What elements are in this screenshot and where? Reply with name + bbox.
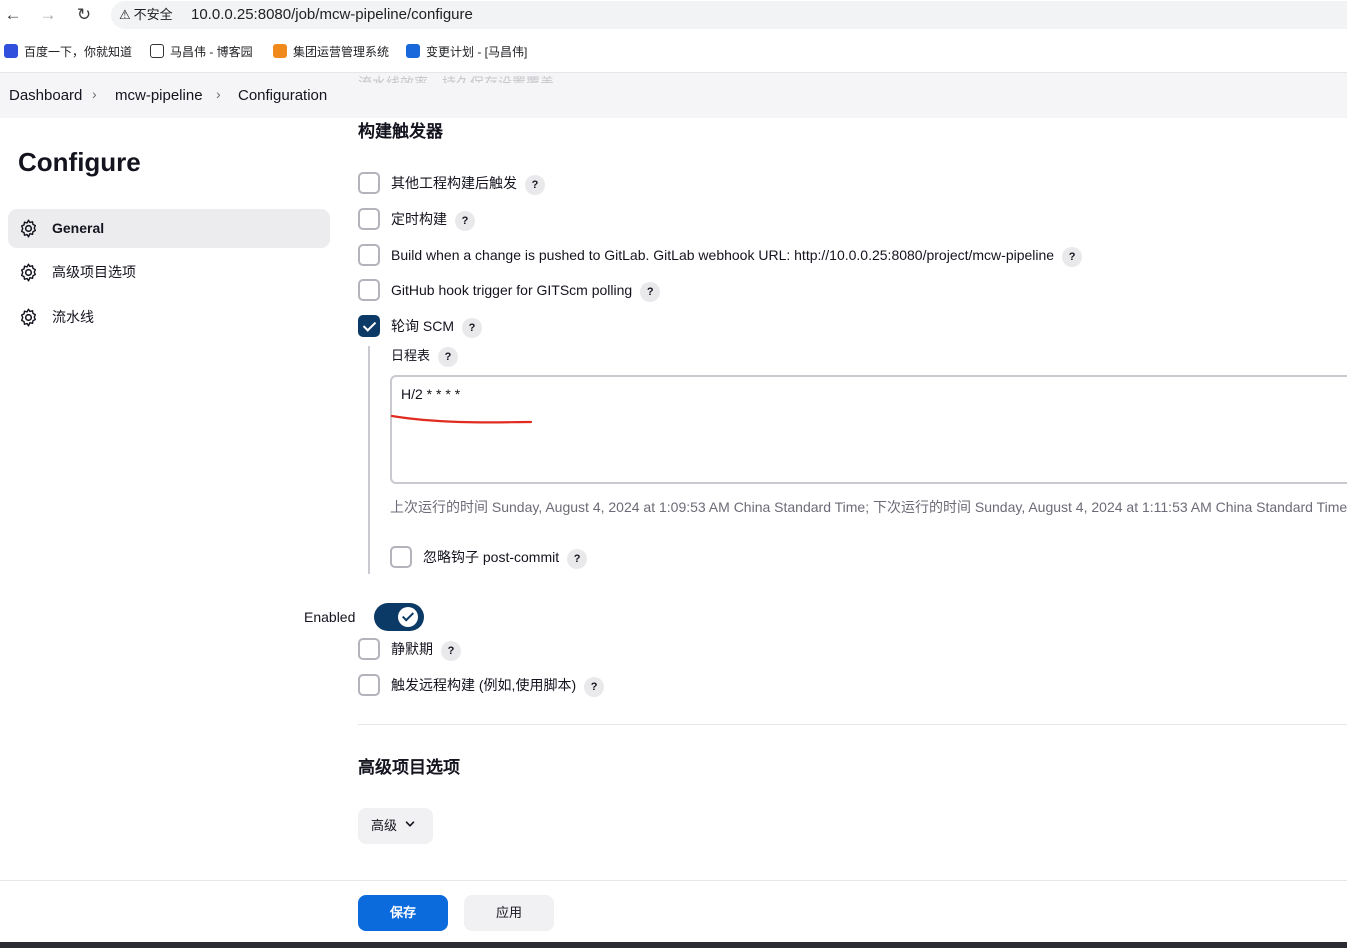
enabled-label: Enabled xyxy=(304,609,356,625)
help-icon[interactable]: ? xyxy=(640,282,661,302)
chevron-right-icon: › xyxy=(216,86,221,102)
chevron-down-icon xyxy=(405,821,415,827)
address-bar[interactable]: ⚠ 不安全 10.0.0.25:8080/job/mcw-pipeline/con… xyxy=(111,1,1347,29)
option-label: 其他工程构建后触发 xyxy=(391,175,517,191)
page-title: Configure xyxy=(18,147,141,177)
help-icon[interactable]: ? xyxy=(438,347,459,367)
sidebar-item-advanced-options[interactable]: 高级项目选项 xyxy=(8,253,330,292)
bookmark-cnblogs[interactable]: 马昌伟 - 博客园 xyxy=(150,44,253,60)
checkbox[interactable] xyxy=(358,244,380,266)
section-title-build-triggers: 构建触发器 xyxy=(358,122,443,141)
schedule-label-text: 日程表 xyxy=(391,348,431,363)
section-divider xyxy=(358,724,1347,725)
bottom-action-bar xyxy=(0,880,1347,942)
back-arrow-icon[interactable]: ← xyxy=(2,4,24,26)
bookmark-label: 变更计划 - [马昌伟] xyxy=(426,45,528,59)
gear-icon xyxy=(20,219,37,238)
warning-icon: ⚠ xyxy=(119,7,131,22)
option-label: 轮询 SCM xyxy=(391,318,454,334)
taskbar-strip xyxy=(0,942,1347,948)
option-label: 定时构建 xyxy=(391,211,447,227)
schedule-run-info: 上次运行的时间 Sunday, August 4, 2024 at 1:09:5… xyxy=(390,499,1347,515)
insecure-label: 不安全 xyxy=(133,7,173,22)
schedule-label: 日程表? xyxy=(391,346,459,367)
checkbox[interactable] xyxy=(358,172,380,194)
schedule-value: H/2 * * * * xyxy=(401,386,461,402)
help-icon[interactable]: ? xyxy=(455,211,475,231)
check-icon xyxy=(398,607,418,627)
sidebar-item-pipeline[interactable]: 流水线 xyxy=(8,298,330,337)
option-label: 静默期 xyxy=(391,641,433,657)
reload-icon[interactable]: ↻ xyxy=(73,4,95,26)
sidebar-item-label: 流水线 xyxy=(52,309,94,325)
checkbox[interactable] xyxy=(358,638,380,660)
help-icon[interactable]: ? xyxy=(441,641,461,661)
gear-icon xyxy=(20,263,37,282)
bookmark-label: 集团运营管理系统 xyxy=(293,45,390,59)
gear-icon xyxy=(20,308,37,327)
checkbox[interactable] xyxy=(358,279,380,301)
help-icon[interactable]: ? xyxy=(1062,247,1083,267)
bookmark-ops-system[interactable]: 集团运营管理系统 xyxy=(273,44,389,60)
sidebar-item-label: General xyxy=(52,220,105,236)
option-label: 触发远程构建 (例如,使用脚本) xyxy=(391,677,577,693)
breadcrumb-dashboard[interactable]: Dashboard xyxy=(9,87,82,105)
bookmark-label: 百度一下，你就知道 xyxy=(24,45,133,59)
forward-arrow-icon[interactable]: → xyxy=(37,4,59,26)
security-indicator[interactable]: ⚠ 不安全 xyxy=(119,5,173,25)
sidebar-item-general[interactable]: General xyxy=(8,209,330,248)
chevron-right-icon: › xyxy=(92,86,97,102)
browser-toolbar: ← → ↻ ⚠ 不安全 10.0.0.25:8080/job/mcw-pipeli… xyxy=(0,0,1347,31)
help-icon[interactable]: ? xyxy=(462,318,482,338)
advanced-button-label: 高级 xyxy=(371,818,398,833)
help-icon[interactable]: ? xyxy=(567,549,588,569)
checkbox-checked[interactable] xyxy=(358,315,380,337)
option-label: Build when a change is pushed to GitLab.… xyxy=(391,247,1055,263)
sidebar-item-label: 高级项目选项 xyxy=(52,264,136,280)
bookmarks-bar: 百度一下，你就知道 马昌伟 - 博客园 集团运营管理系统 变更计划 - [马昌伟… xyxy=(0,34,1347,70)
checkbox[interactable] xyxy=(358,674,380,696)
advanced-button[interactable]: 高级 xyxy=(358,808,433,844)
help-icon[interactable]: ? xyxy=(584,677,605,697)
apply-button[interactable]: 应用 xyxy=(464,895,554,931)
enabled-toggle[interactable] xyxy=(374,603,424,631)
bookmark-change-plan[interactable]: 变更计划 - [马昌伟] xyxy=(406,44,527,60)
option-label: GitHub hook trigger for GITScm polling xyxy=(391,282,633,298)
url-text[interactable]: 10.0.0.25:8080/job/mcw-pipeline/configur… xyxy=(191,5,473,25)
bookmark-baidu[interactable]: 百度一下，你就知道 xyxy=(4,44,132,60)
cnblogs-icon xyxy=(150,44,164,58)
save-button[interactable]: 保存 xyxy=(358,895,448,931)
checkbox[interactable] xyxy=(358,208,380,230)
breadcrumb-job[interactable]: mcw-pipeline xyxy=(115,87,203,105)
baidu-icon xyxy=(4,44,18,58)
ops-system-icon xyxy=(273,44,287,58)
faded-option-text: 流水线效率，持久保存设置覆盖 xyxy=(358,75,554,83)
red-underline-annotation xyxy=(390,414,533,424)
breadcrumb-configuration[interactable]: Configuration xyxy=(238,87,327,105)
help-icon[interactable]: ? xyxy=(525,175,545,195)
checkbox[interactable] xyxy=(390,546,412,568)
nested-section-line xyxy=(368,346,370,574)
option-label: 忽略钩子 post-commit xyxy=(423,549,560,565)
confluence-icon xyxy=(406,44,420,58)
bookmark-label: 马昌伟 - 博客园 xyxy=(170,45,253,59)
breadcrumb: 流水线效率，持久保存设置覆盖 Dashboard › mcw-pipeline … xyxy=(0,72,1347,118)
section-title-advanced-options: 高级项目选项 xyxy=(358,758,460,777)
